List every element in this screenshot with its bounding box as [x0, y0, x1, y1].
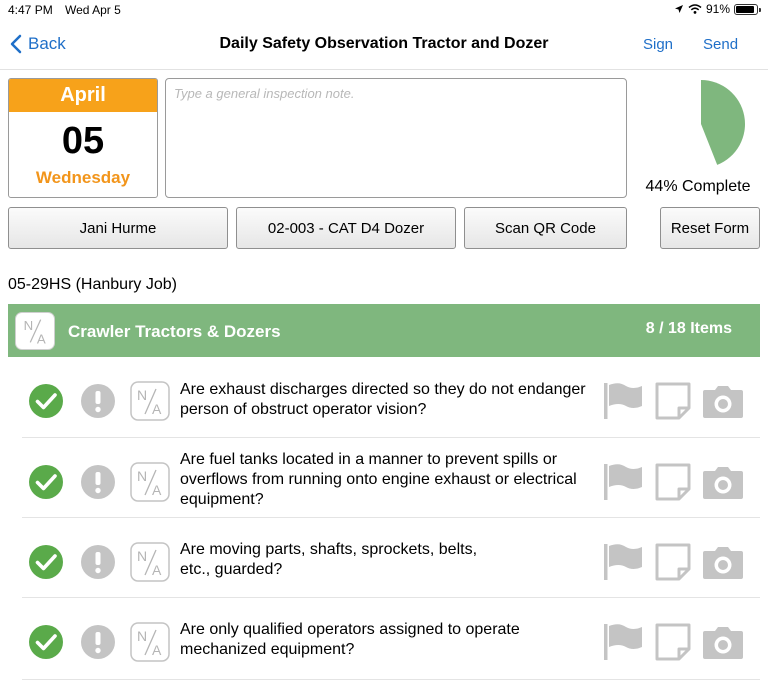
list-item: NA Are fuel tanks located in a manner to… — [22, 438, 760, 518]
question-text: Are fuel tanks located in a manner to pr… — [180, 451, 577, 508]
location-icon — [674, 5, 683, 13]
check-icon[interactable] — [28, 624, 64, 660]
date-month: April — [9, 79, 157, 112]
send-button[interactable]: Send — [703, 36, 738, 53]
progress-chart — [701, 80, 746, 165]
svg-text:A: A — [152, 482, 162, 498]
note-icon[interactable] — [654, 622, 692, 662]
flag-icon[interactable] — [602, 381, 644, 421]
camera-icon[interactable] — [702, 625, 744, 661]
battery-icon — [734, 3, 761, 15]
check-icon[interactable] — [28, 383, 64, 419]
svg-text:A: A — [152, 401, 162, 417]
list-item: NA Are moving parts, shafts, sprockets, … — [22, 518, 760, 598]
status-indicators: 91% — [674, 2, 761, 16]
na-icon[interactable]: NA — [130, 462, 170, 502]
na-icon[interactable]: NA — [130, 622, 170, 662]
section-title: Crawler Tractors & Dozers — [68, 322, 281, 341]
svg-text:N: N — [137, 468, 147, 484]
note-icon[interactable] — [654, 381, 692, 421]
camera-icon[interactable] — [702, 465, 744, 501]
warning-icon[interactable] — [80, 464, 116, 500]
svg-text:N: N — [137, 548, 147, 564]
na-icon[interactable]: N A — [15, 312, 55, 350]
nav-bar: Back Daily Safety Observation Tractor an… — [0, 20, 768, 70]
question-text: Are moving parts, shafts, sprockets, bel… — [180, 541, 478, 578]
job-label: 05-29HS (Hanbury Job) — [8, 276, 177, 293]
camera-icon[interactable] — [702, 384, 744, 420]
progress-label: 44% Complete — [645, 178, 751, 195]
na-icon[interactable]: NA — [130, 542, 170, 582]
inspection-note — [165, 78, 627, 198]
check-icon[interactable] — [28, 464, 64, 500]
list-item: NA Are exhaust discharges directed so th… — [22, 364, 760, 438]
equipment-button[interactable]: 02-003 - CAT D4 Dozer — [236, 207, 456, 249]
question-text: Are exhaust discharges directed so they … — [180, 381, 586, 418]
check-icon[interactable] — [28, 544, 64, 580]
warning-icon[interactable] — [80, 544, 116, 580]
list-item: NA Are only qualified operators assigned… — [22, 598, 760, 680]
warning-icon[interactable] — [80, 383, 116, 419]
date-weekday: Wednesday — [35, 168, 131, 187]
inspector-button[interactable]: Jani Hurme — [8, 207, 228, 249]
svg-text:A: A — [152, 562, 162, 578]
battery-percent: 91% — [705, 2, 730, 16]
reset-form-button[interactable]: Reset Form — [660, 207, 760, 249]
na-icon[interactable]: NA — [130, 381, 170, 421]
note-icon[interactable] — [654, 542, 692, 582]
section-header[interactable]: N A Crawler Tractors & Dozers 8 / 18 Ite… — [8, 304, 760, 357]
status-date: Wed Apr 5 — [65, 3, 121, 17]
scan-qr-button[interactable]: Scan QR Code — [464, 207, 627, 249]
question-text: Are only qualified operators assigned to… — [180, 621, 520, 658]
flag-icon[interactable] — [602, 542, 644, 582]
date-day: 05 — [61, 120, 105, 162]
wifi-icon — [688, 4, 702, 14]
svg-text:N: N — [137, 628, 147, 644]
sign-button[interactable]: Sign — [643, 36, 673, 53]
note-icon[interactable] — [654, 462, 692, 502]
date-card[interactable]: April 05 Wednesday — [8, 78, 158, 198]
flag-icon[interactable] — [602, 462, 644, 502]
svg-text:A: A — [37, 331, 46, 346]
status-bar: 4:47 PM Wed Apr 5 91% — [0, 0, 768, 20]
camera-icon[interactable] — [702, 545, 744, 581]
progress-slice — [701, 80, 746, 165]
flag-icon[interactable] — [602, 622, 644, 662]
warning-icon[interactable] — [80, 624, 116, 660]
svg-text:N: N — [24, 318, 34, 333]
svg-text:N: N — [137, 387, 147, 403]
svg-text:A: A — [152, 642, 162, 658]
section-count: 8 / 18 Items — [645, 320, 732, 337]
status-time: 4:47 PM — [8, 3, 53, 17]
inspection-note-input[interactable] — [166, 79, 626, 197]
